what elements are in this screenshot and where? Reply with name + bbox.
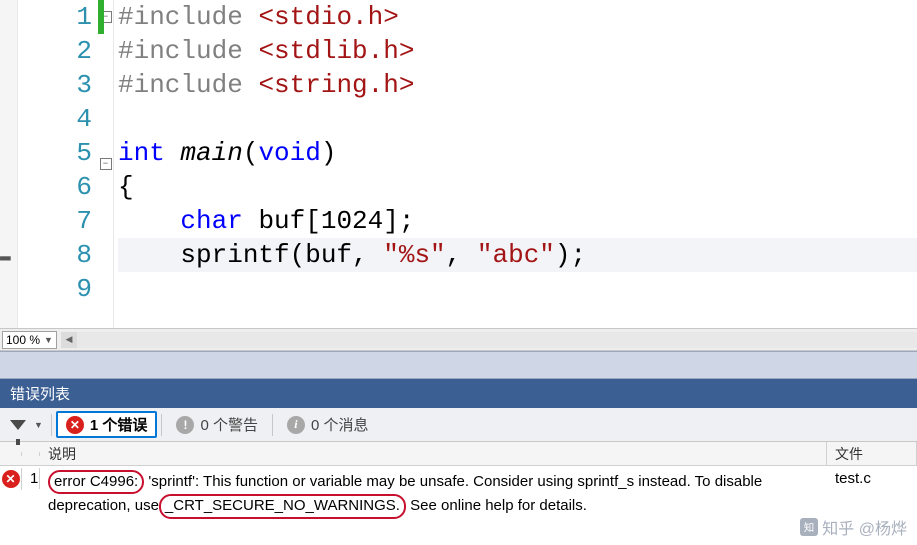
code-line[interactable]: #include <stdlib.h>	[118, 34, 917, 68]
column-icon[interactable]	[0, 452, 22, 456]
line-number[interactable]: 6	[18, 170, 92, 204]
messages-tab[interactable]: i 0 个消息	[277, 411, 379, 438]
error-icon: ✕	[2, 470, 20, 488]
horizontal-scrollbar[interactable]: ◀	[61, 332, 917, 348]
line-number[interactable]: 3	[18, 68, 92, 102]
code-line[interactable]	[118, 102, 917, 136]
current-line-marker-icon: ▬	[0, 248, 16, 266]
line-number-gutter[interactable]: 123456789	[18, 0, 98, 328]
zoom-value: 100 %	[6, 333, 40, 347]
line-number[interactable]: 7	[18, 204, 92, 238]
line-number[interactable]: 1	[18, 0, 92, 34]
separator	[161, 414, 162, 436]
chevron-down-icon: ▼	[44, 335, 53, 345]
glyph-margin[interactable]: ▬	[0, 0, 18, 328]
line-number[interactable]: 2	[18, 34, 92, 68]
messages-tab-label: 0 个消息	[311, 414, 369, 435]
panel-divider[interactable]	[0, 351, 917, 379]
fold-gutter[interactable]: −−	[98, 0, 114, 328]
code-line[interactable]	[118, 272, 917, 306]
line-number[interactable]: 5	[18, 136, 92, 170]
error-list-header[interactable]: 说明 文件	[0, 442, 917, 466]
code-area[interactable]: #include <stdio.h>#include <stdlib.h>#in…	[114, 0, 917, 328]
filter-icon	[10, 420, 26, 430]
panel-toolbar: ▼ ✕ 1 个错误 ! 0 个警告 i 0 个消息	[0, 408, 917, 442]
separator	[51, 414, 52, 436]
error-row[interactable]: ✕ 1 error C4996: 'sprintf': This functio…	[0, 466, 917, 523]
error-description: error C4996: 'sprintf': This function or…	[40, 468, 827, 521]
highlight-error-code: error C4996:	[48, 470, 144, 494]
warnings-tab[interactable]: ! 0 个警告	[166, 411, 268, 438]
code-line[interactable]: int main(void)	[118, 136, 917, 170]
svg-text:知: 知	[804, 521, 815, 534]
code-line[interactable]: sprintf(buf, "%s", "abc");	[118, 238, 917, 272]
code-editor[interactable]: ▬ 123456789 −− #include <stdio.h>#includ…	[0, 0, 917, 351]
error-index: 1	[22, 468, 40, 489]
error-list-body: ✕ 1 error C4996: 'sprintf': This functio…	[0, 466, 917, 523]
error-list-panel: 错误列表 ▼ ✕ 1 个错误 ! 0 个警告 i 0 个消息 说明 文件 ✕ 1	[0, 379, 917, 545]
editor-status-bar: 100 % ▼ ◀	[0, 328, 917, 350]
chevron-down-icon: ▼	[34, 420, 43, 430]
modified-marker	[98, 0, 104, 34]
column-index[interactable]	[22, 452, 40, 456]
panel-title: 错误列表	[0, 379, 917, 408]
zoom-select[interactable]: 100 % ▼	[2, 331, 57, 349]
column-description[interactable]: 说明	[40, 442, 827, 466]
warning-icon: !	[176, 416, 194, 434]
code-line[interactable]: char buf[1024];	[118, 204, 917, 238]
errors-tab-label: 1 个错误	[90, 414, 148, 435]
code-line[interactable]: #include <string.h>	[118, 68, 917, 102]
info-icon: i	[287, 416, 305, 434]
highlight-macro: _CRT_SECURE_NO_WARNINGS.	[159, 494, 406, 518]
column-file[interactable]: 文件	[827, 442, 917, 466]
error-file: test.c	[827, 468, 917, 489]
errors-tab[interactable]: ✕ 1 个错误	[56, 411, 158, 438]
line-number[interactable]: 4	[18, 102, 92, 136]
line-number[interactable]: 9	[18, 272, 92, 306]
line-number[interactable]: 8	[18, 238, 92, 272]
warnings-tab-label: 0 个警告	[200, 414, 258, 435]
code-line[interactable]: {	[118, 170, 917, 204]
code-line[interactable]: #include <stdio.h>	[118, 0, 917, 34]
error-icon: ✕	[66, 416, 84, 434]
separator	[272, 414, 273, 436]
filter-button[interactable]: ▼	[6, 417, 47, 433]
scroll-left-button[interactable]: ◀	[61, 332, 77, 348]
fold-toggle-icon[interactable]: −	[100, 158, 112, 170]
